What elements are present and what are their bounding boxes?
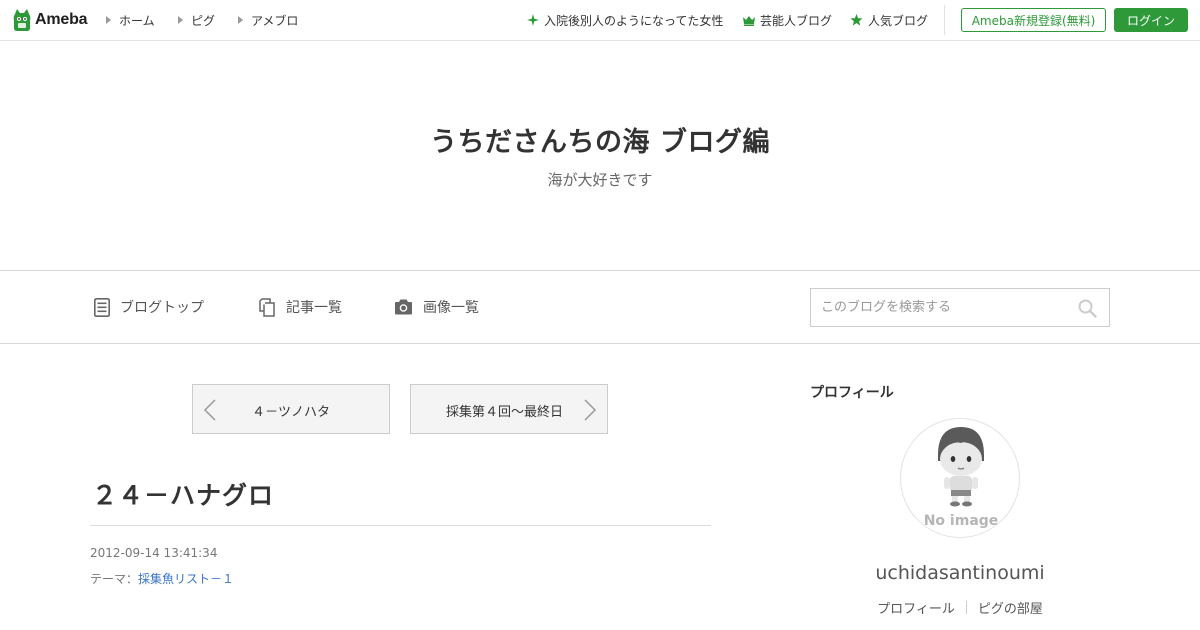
camera-icon xyxy=(395,299,412,315)
image-list-link[interactable]: 画像一覧 xyxy=(394,271,479,343)
prev-entry-label: ４－ツノハタ xyxy=(252,405,331,420)
blog-navigation: ブログトップ 記事一覧 画像一覧 xyxy=(0,270,1200,344)
chevron-right-icon xyxy=(584,399,597,421)
blog-top-label: ブログトップ xyxy=(120,300,204,316)
chevron-left-icon xyxy=(203,399,216,421)
blog-title[interactable]: うちださんちの海 ブログ編 xyxy=(0,120,1200,159)
popular-blog-label: 人気ブログ xyxy=(868,13,929,28)
entry-theme-link[interactable]: 採集魚リスト－１ xyxy=(138,572,234,586)
article-list-link[interactable]: 記事一覧 xyxy=(258,271,342,343)
celebrity-blog-link[interactable]: 芸能人ブログ xyxy=(743,0,832,40)
sparkle-icon xyxy=(527,14,539,26)
caret-right-icon xyxy=(178,16,183,24)
blog-search-box xyxy=(810,288,1110,327)
trending-article-label: 入院後別人のようになってた女性 xyxy=(544,13,724,28)
celebrity-blog-label: 芸能人ブログ xyxy=(760,13,833,28)
global-header: Ameba ホーム ピグ アメブロ 入院後別人のようになってた女性 芸能人ブログ… xyxy=(0,0,1200,41)
logo-text: Ameba xyxy=(35,11,88,28)
profile-link[interactable]: プロフィール xyxy=(877,598,955,617)
blog-top-link[interactable]: ブログトップ xyxy=(94,271,204,343)
image-list-label: 画像一覧 xyxy=(423,300,479,316)
no-image-avatar-icon: No image xyxy=(924,427,999,529)
login-button[interactable]: ログイン xyxy=(1114,8,1188,32)
blog-search-input[interactable] xyxy=(811,289,1061,326)
pigg-room-link[interactable]: ピグの部屋 xyxy=(978,598,1043,617)
popular-blog-link[interactable]: 人気ブログ xyxy=(850,0,928,40)
search-icon[interactable] xyxy=(1078,299,1097,318)
article-list-label: 記事一覧 xyxy=(286,300,342,316)
copy-icon xyxy=(259,297,275,317)
trending-article-link[interactable]: 入院後別人のようになってた女性 xyxy=(527,0,723,40)
ameba-logo[interactable]: Ameba xyxy=(12,7,88,33)
nav-pigg-link[interactable]: ピグ xyxy=(178,0,215,40)
nav-home-link[interactable]: ホーム xyxy=(106,0,155,40)
profile-links: プロフィール ピグの部屋 xyxy=(810,598,1110,617)
crown-icon xyxy=(743,15,755,26)
caret-right-icon xyxy=(106,16,111,24)
avatar[interactable]: No image xyxy=(900,418,1020,538)
entry-title[interactable]: ２４－ハナグロ xyxy=(92,476,274,512)
document-icon xyxy=(94,297,110,317)
link-separator xyxy=(965,601,967,614)
blog-subtitle: 海が大好きです xyxy=(547,171,653,189)
next-entry-label: 採集第４回～最終日 xyxy=(446,405,564,420)
caret-right-icon xyxy=(238,16,243,24)
avatar-placeholder-text: No image xyxy=(924,513,999,529)
ameba-mascot-icon xyxy=(13,9,31,31)
nav-ameblo-link[interactable]: アメブロ xyxy=(238,0,298,40)
nav-home-label: ホーム xyxy=(119,13,155,28)
entry-theme-prefix: テーマ： xyxy=(90,572,139,586)
profile-heading: プロフィール xyxy=(810,385,894,401)
profile-username[interactable]: uchidasantinoumi xyxy=(810,562,1110,584)
entry-theme: テーマ：採集魚リスト－１ xyxy=(90,570,234,587)
nav-pigg-label: ピグ xyxy=(191,13,216,28)
star-icon xyxy=(850,14,863,26)
nav-ameblo-label: アメブロ xyxy=(251,13,299,28)
entry-date: 2012-09-14 13:41:34 xyxy=(90,546,218,560)
register-button[interactable]: Ameba新規登録(無料) xyxy=(961,8,1106,32)
entry-divider xyxy=(90,525,711,526)
next-entry-button[interactable]: 採集第４回～最終日 xyxy=(410,384,608,434)
prev-entry-button[interactable]: ４－ツノハタ xyxy=(192,384,390,434)
header-divider xyxy=(944,5,945,35)
